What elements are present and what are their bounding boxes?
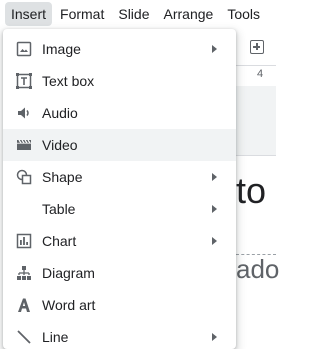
text-box-icon <box>16 73 32 89</box>
video-icon <box>17 139 31 150</box>
menu-item-label: Video <box>42 137 78 153</box>
menu-arrange[interactable]: Arrange <box>158 2 220 26</box>
slide-title-text[interactable]: to <box>236 170 266 212</box>
insert-menu-dropdown: Image Text box Audio Video Shape Table C… <box>3 29 236 349</box>
menu-item-label: Shape <box>42 169 83 185</box>
word-art-icon <box>18 298 30 312</box>
menu-item-image[interactable]: Image <box>3 33 236 65</box>
menu-item-label: Diagram <box>42 265 95 281</box>
submenu-arrow-icon <box>212 205 217 213</box>
menu-item-label: Line <box>42 329 69 345</box>
submenu-arrow-icon <box>212 333 217 341</box>
menu-item-label: Text box <box>42 73 95 89</box>
menu-item-video[interactable]: Video <box>3 129 236 161</box>
menu-item-word-art[interactable]: Word art <box>3 289 236 321</box>
menu-slide[interactable]: Slide <box>112 2 155 26</box>
submenu-arrow-icon <box>212 173 217 181</box>
new-slide-icon[interactable] <box>250 40 264 54</box>
menu-item-label: Chart <box>42 233 77 249</box>
submenu-arrow-icon <box>212 45 217 53</box>
menu-item-table[interactable]: Table <box>3 193 236 225</box>
menu-item-label: Image <box>42 41 81 57</box>
audio-icon <box>18 107 29 119</box>
shape-icon <box>16 169 32 185</box>
menu-format[interactable]: Format <box>54 2 110 26</box>
menu-item-line[interactable]: Line <box>3 321 236 349</box>
ruler <box>236 65 276 87</box>
menu-item-text-box[interactable]: Text box <box>3 65 236 97</box>
menu-item-audio[interactable]: Audio <box>3 97 236 129</box>
menu-item-chart[interactable]: Chart <box>3 225 236 257</box>
chart-icon <box>16 233 32 249</box>
menu-item-diagram[interactable]: Diagram <box>3 257 236 289</box>
image-icon <box>16 41 32 57</box>
line-icon <box>17 330 31 344</box>
menu-item-label: Table <box>42 201 76 217</box>
menu-tools[interactable]: Tools <box>221 2 266 26</box>
menu-item-label: Word art <box>42 297 96 313</box>
menu-item-shape[interactable]: Shape <box>3 161 236 193</box>
menu-insert[interactable]: Insert <box>5 2 53 26</box>
ruler-number: 4 <box>257 68 264 80</box>
menu-item-label: Audio <box>42 105 78 121</box>
slide-body-text[interactable]: ado <box>236 254 279 285</box>
diagram-icon <box>17 266 31 280</box>
submenu-arrow-icon <box>212 237 217 245</box>
menu-bar: Insert Format Slide Arrange Tools <box>0 0 276 28</box>
